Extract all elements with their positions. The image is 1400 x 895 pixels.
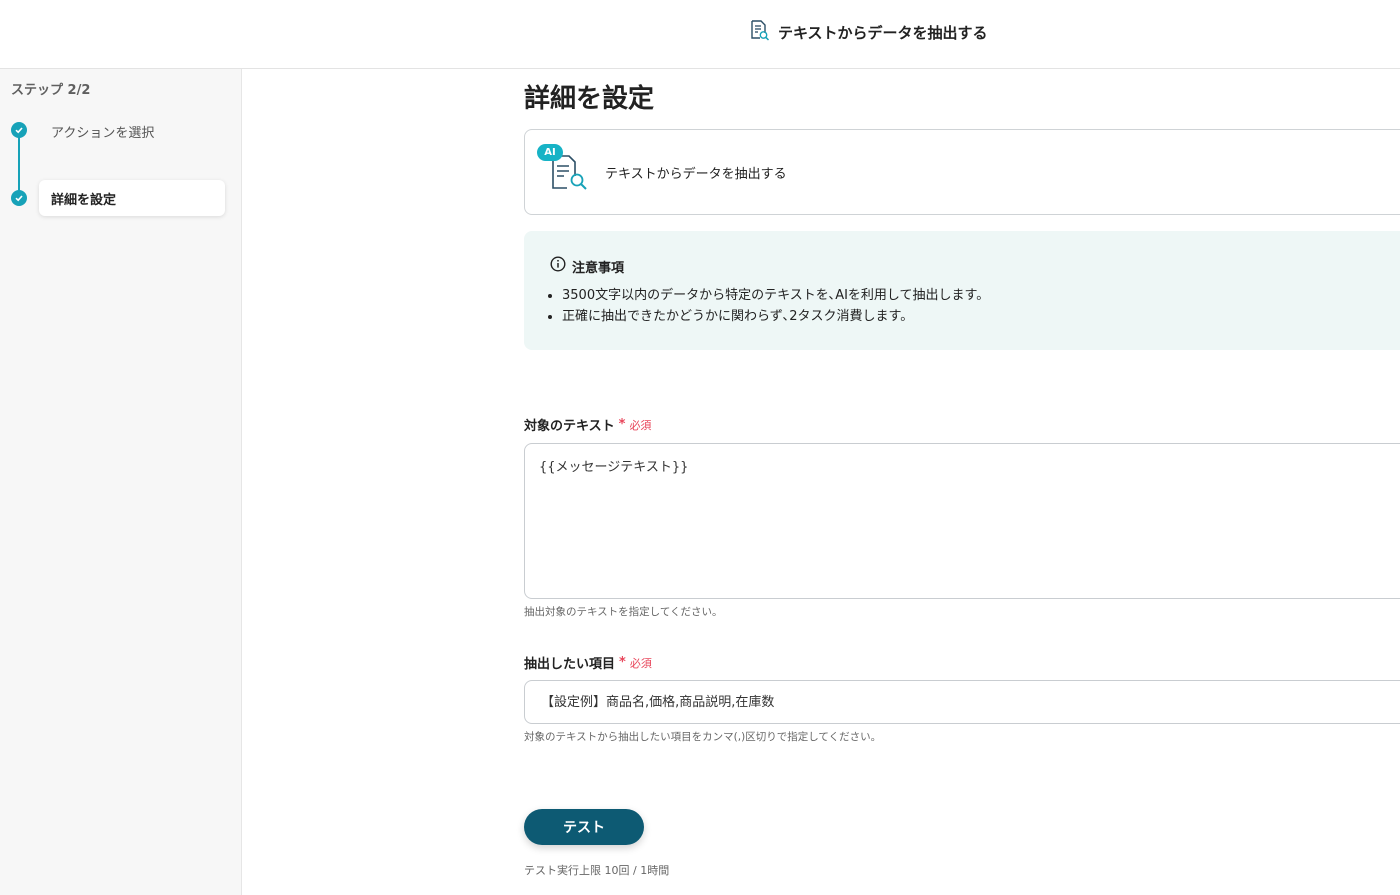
info-icon (550, 256, 566, 276)
required-badge: 必須 (629, 418, 652, 432)
main-content: 詳細を設定 AI テキストからデータを抽出する 注意事項 • 3500文字以内の… (524, 69, 1400, 895)
required-asterisk: * (618, 417, 626, 432)
target-text-help: 抽出対象のテキストを指定してください。 (524, 606, 723, 618)
extract-items-label: 抽出したい項目 (524, 657, 616, 672)
required-badge: 必須 (629, 656, 652, 670)
extract-items-input[interactable] (524, 680, 1400, 724)
notice-header: 注意事項 (550, 256, 624, 276)
notice-title: 注意事項 (572, 260, 625, 276)
step-connector-line (18, 131, 20, 199)
step-counter: ステップ 2/2 (11, 83, 91, 98)
target-text-label: 対象のテキスト (524, 419, 615, 434)
extract-items-label-group: 抽出したい項目 * 必須 (524, 653, 652, 672)
notice-item: 3500文字以内のデータから特定のテキストを､AIを利用して抽出します。 (562, 285, 989, 306)
test-button[interactable]: テスト (524, 809, 644, 845)
target-text-field[interactable]: {{メッセージテキスト}} (524, 443, 1400, 599)
step-2-check-icon (11, 190, 27, 206)
test-limit-text: テスト実行上限 10回 / 1時間 (524, 864, 670, 877)
ai-extract-icon: AI (537, 144, 591, 192)
header-title: テキストからデータを抽出する (778, 23, 988, 42)
step-sidebar: ステップ 2/2 アクションを選択 詳細を設定 (0, 69, 242, 895)
top-header: テキストからデータを抽出する (0, 0, 1400, 69)
notice-box: 注意事項 3500文字以内のデータから特定のテキストを､AIを利用して抽出します… (524, 231, 1400, 350)
ai-badge: AI (537, 144, 563, 161)
action-card: AI テキストからデータを抽出する (524, 129, 1400, 215)
extract-items-help: 対象のテキストから抽出したい項目をカンマ(,)区切りで指定してください。 (524, 731, 882, 743)
notice-list: 3500文字以内のデータから特定のテキストを､AIを利用して抽出します。 正確に… (562, 285, 989, 327)
page-title: 詳細を設定 (524, 84, 655, 114)
target-text-label-group: 対象のテキスト * 必須 (524, 415, 651, 434)
required-asterisk: * (619, 655, 626, 670)
notice-item: 正確に抽出できたかどうかに関わらず､2タスク消費します。 (562, 306, 989, 327)
action-name: テキストからデータを抽出する (605, 167, 787, 182)
sidebar-step-set-details[interactable]: 詳細を設定 (39, 180, 225, 216)
step-1-check-icon (11, 122, 27, 138)
sidebar-step-select-action[interactable]: アクションを選択 (51, 122, 154, 141)
document-search-icon (748, 19, 770, 45)
header-title-group: テキストからデータを抽出する (748, 20, 988, 44)
